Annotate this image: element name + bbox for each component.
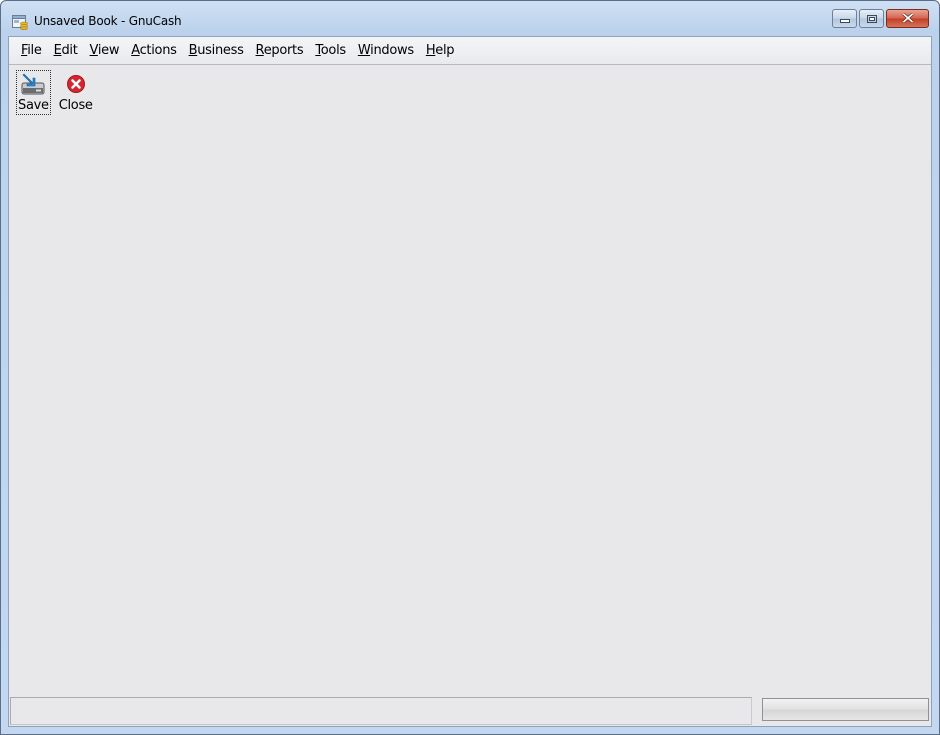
close-button[interactable]: Close [57, 70, 95, 115]
menu-accelerator: V [89, 43, 99, 58]
main-content-area [9, 131, 931, 696]
menu-tools[interactable]: Tools [309, 41, 352, 60]
menu-actions[interactable]: Actions [125, 41, 182, 60]
menu-label-rest: dit [61, 43, 78, 58]
menu-view[interactable]: View [84, 41, 126, 60]
menu-file[interactable]: File [15, 41, 48, 60]
menu-reports[interactable]: Reports [250, 41, 310, 60]
menu-accelerator: R [255, 43, 264, 58]
menu-label-rest: indows [370, 43, 414, 58]
app-window: Unsaved Book - GnuCash File Edit View Actio… [0, 0, 940, 735]
menu-help[interactable]: Help [420, 41, 460, 60]
menu-business[interactable]: Business [183, 41, 250, 60]
window-title: Unsaved Book - GnuCash [34, 14, 182, 28]
close-window-button[interactable] [886, 9, 929, 28]
title-bar[interactable]: Unsaved Book - GnuCash [1, 1, 939, 37]
progress-bar [762, 698, 929, 721]
status-bar [9, 696, 931, 726]
minimize-button[interactable] [832, 9, 857, 28]
close-circle-icon [64, 72, 88, 96]
menu-edit[interactable]: Edit [48, 41, 84, 60]
status-text [10, 697, 752, 725]
menu-label-rest: usiness [197, 43, 244, 58]
menu-label-rest: elp [435, 43, 455, 58]
close-label: Close [58, 98, 93, 113]
save-icon [21, 72, 45, 96]
menu-label-rest: iew [97, 43, 120, 58]
menu-label-rest: ools [320, 43, 346, 58]
menu-bar: File Edit View Actions Business Reports Tools W… [9, 37, 931, 65]
menu-accelerator: B [188, 43, 198, 58]
maximize-icon [866, 12, 877, 26]
minimize-icon [839, 12, 850, 26]
save-button[interactable]: Save [16, 70, 51, 115]
menu-label-rest: eports [263, 43, 304, 58]
menu-accelerator: A [131, 43, 140, 58]
menu-accelerator: H [425, 43, 436, 58]
close-icon [902, 12, 914, 26]
gnucash-icon [12, 14, 28, 31]
menu-label-rest: ctions [139, 43, 177, 58]
caption-buttons [832, 9, 929, 28]
maximize-button[interactable] [859, 9, 884, 28]
menu-windows[interactable]: Windows [352, 41, 420, 60]
client-area: File Edit View Actions Business Reports Tools W… [8, 36, 932, 727]
menu-accelerator: W [357, 43, 371, 58]
save-label: Save [18, 98, 49, 113]
menu-label-rest: ile [27, 43, 42, 58]
toolbar: Save Close [9, 65, 931, 136]
